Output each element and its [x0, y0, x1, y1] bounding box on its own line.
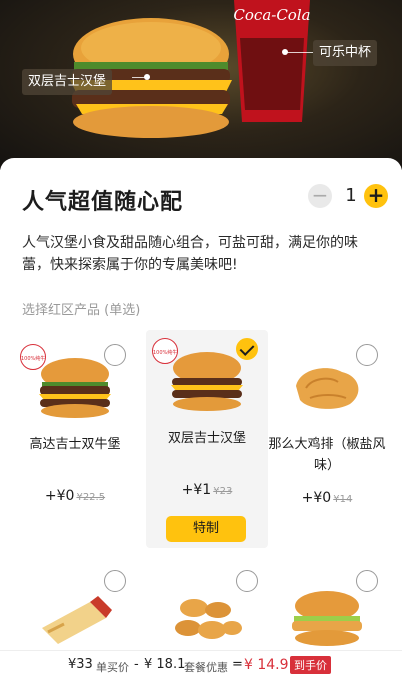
customize-button[interactable]: 特制 [166, 516, 246, 542]
original-price: ¥14 [333, 494, 353, 505]
product-price: +¥0 ¥14 [266, 490, 388, 506]
burger-tag-dot [144, 74, 150, 80]
decrease-button[interactable]: − [308, 184, 332, 208]
increase-button[interactable]: + [364, 184, 388, 208]
discount-value: ¥ 18.1 [144, 657, 186, 672]
unit-total: ¥33 [68, 657, 93, 672]
product-name: 那么大鸡排（椒盐风味） [268, 437, 386, 473]
product-card[interactable] [14, 562, 136, 650]
chicken-fillet-image [296, 368, 359, 409]
chicken-burger-image [292, 591, 362, 646]
minus-sign: - [134, 657, 139, 672]
cola-tag-dot [282, 49, 288, 55]
product-price: +¥0 ¥22.5 [14, 488, 136, 504]
final-price-tag: 到手价 [290, 656, 331, 674]
content-card: 人气超值随心配 − 1 + 人气汉堡小食及甜品随心组合，可盐可甜，满足你的味蕾，… [0, 158, 402, 658]
final-price: ¥ 14.9 [244, 657, 289, 673]
cola-tag-connector [286, 52, 313, 53]
product-card[interactable]: 那么大鸡排（椒盐风味） +¥0 ¥14 [266, 336, 388, 556]
quantity-stepper: − 1 + [308, 184, 388, 210]
product-card[interactable]: 100%纯牛肉 高达吉士双牛堡 +¥0¥22.5 [14, 336, 136, 556]
cup-brand-text: Coca-Cola [233, 6, 310, 24]
product-card-selected[interactable]: 100%纯牛肉 双层吉士汉堡 +¥1¥23 特制 [146, 330, 268, 548]
hero-banner: Coca-Cola 双层吉士汉堡 可乐中杯 [0, 0, 402, 170]
price-value: +¥1 [181, 482, 212, 498]
section-label: 选择红区产品 (单选) [22, 303, 141, 318]
cheeseburger-image [39, 358, 111, 418]
price-value: +¥0 [44, 488, 75, 504]
original-price: ¥22.5 [76, 492, 106, 503]
page-title: 人气超值随心配 [22, 190, 184, 215]
burger-tag: 双层吉士汉堡 [22, 69, 113, 95]
chicken-wrap-image [42, 596, 112, 644]
price-value: +¥0 [301, 490, 332, 506]
description: 人气汉堡小食及甜品随心组合，可盐可甜，满足你的味蕾，快来探索属于你的专属美味吧! [22, 235, 358, 273]
chicken-nuggets-image [175, 599, 242, 639]
cola-cup-image: Coca-Cola [233, 0, 311, 122]
product-price: +¥1 ¥23 [146, 482, 268, 498]
cola-tag: 可乐中杯 [313, 40, 378, 66]
product-name: 双层吉士汉堡 [167, 431, 246, 446]
discount-label: 套餐优惠 [184, 661, 228, 674]
quantity-value: 1 [345, 185, 357, 206]
equals-sign: = [232, 657, 243, 672]
double-cheeseburger-thumb [171, 352, 243, 411]
price-summary-bar: ¥33 单买价 - ¥ 18.1 套餐优惠 = ¥ 14.9 到手价 [0, 650, 402, 677]
unit-total-label: 单买价 [96, 661, 129, 674]
original-price: ¥23 [213, 486, 233, 497]
product-card[interactable] [266, 562, 388, 650]
product-card[interactable] [146, 562, 268, 650]
product-name: 高达吉士双牛堡 [29, 437, 121, 452]
